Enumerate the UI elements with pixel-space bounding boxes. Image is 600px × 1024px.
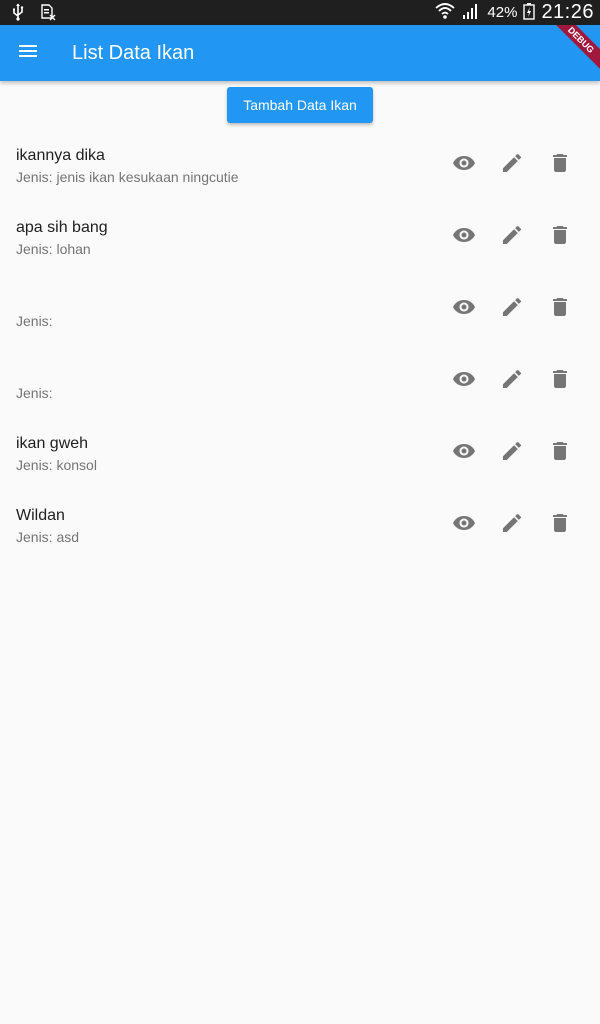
delete-button[interactable] (536, 285, 584, 333)
edit-icon (500, 511, 524, 540)
fish-type: Jenis: asd (16, 529, 80, 545)
delete-icon (548, 223, 572, 252)
list-item: Jenis: (0, 344, 600, 416)
signal-icon (461, 2, 481, 24)
delete-button[interactable] (536, 357, 584, 405)
debug-banner: DEBUG (544, 25, 600, 77)
delete-icon (548, 151, 572, 180)
edit-button[interactable] (488, 141, 536, 189)
list-item: Jenis: (0, 272, 600, 344)
fish-name: apa sih bang (16, 219, 108, 236)
delete-icon (548, 439, 572, 468)
view-icon (452, 151, 476, 180)
view-button[interactable] (440, 501, 488, 549)
edit-button[interactable] (488, 429, 536, 477)
app-bar: List Data Ikan DEBUG (0, 25, 600, 81)
view-button[interactable] (440, 429, 488, 477)
view-icon (452, 223, 476, 252)
edit-icon (500, 151, 524, 180)
clock: 21:26 (541, 1, 594, 23)
view-button[interactable] (440, 213, 488, 261)
delete-button[interactable] (536, 213, 584, 261)
view-button[interactable] (440, 285, 488, 333)
add-fish-button[interactable]: Tambah Data Ikan (227, 87, 373, 123)
edit-icon (500, 223, 524, 252)
fish-type: Jenis: jenis ikan kesukaan ningcutie (16, 169, 239, 185)
fish-name: ikannya dika (16, 147, 105, 164)
sim-icon (40, 3, 56, 26)
fish-name: Wildan (16, 507, 65, 524)
usb-icon (10, 3, 26, 26)
fish-name: ikan gweh (16, 435, 89, 452)
delete-button[interactable] (536, 501, 584, 549)
battery-percent: 42% (487, 4, 518, 21)
view-icon (452, 367, 476, 396)
list-item: ikan gweh Jenis: konsol (0, 416, 600, 488)
delete-button[interactable] (536, 141, 584, 189)
fish-type: Jenis: lohan (16, 241, 91, 257)
view-icon (452, 295, 476, 324)
view-button[interactable] (440, 141, 488, 189)
page-title: List Data Ikan (72, 42, 195, 64)
delete-icon (548, 511, 572, 540)
edit-button[interactable] (488, 213, 536, 261)
fish-type: Jenis: konsol (16, 457, 97, 473)
fish-list: ikannya dika Jenis: jenis ikan kesukaan … (0, 128, 600, 560)
fish-type: Jenis: (16, 385, 53, 401)
delete-icon (548, 295, 572, 324)
edit-button[interactable] (488, 285, 536, 333)
menu-icon (18, 43, 38, 64)
edit-icon (500, 295, 524, 324)
list-item: apa sih bang Jenis: lohan (0, 200, 600, 272)
wifi-icon (435, 2, 456, 24)
status-bar: 42% 21:26 (0, 0, 600, 25)
view-icon (452, 511, 476, 540)
delete-button[interactable] (536, 429, 584, 477)
fish-type: Jenis: (16, 313, 53, 329)
edit-button[interactable] (488, 501, 536, 549)
edit-icon (500, 439, 524, 468)
menu-button[interactable] (16, 41, 40, 65)
battery-icon (523, 2, 536, 24)
view-button[interactable] (440, 357, 488, 405)
list-item: Wildan Jenis: asd (0, 488, 600, 560)
list-item: ikannya dika Jenis: jenis ikan kesukaan … (0, 128, 600, 200)
delete-icon (548, 367, 572, 396)
edit-button[interactable] (488, 357, 536, 405)
edit-icon (500, 367, 524, 396)
view-icon (452, 439, 476, 468)
